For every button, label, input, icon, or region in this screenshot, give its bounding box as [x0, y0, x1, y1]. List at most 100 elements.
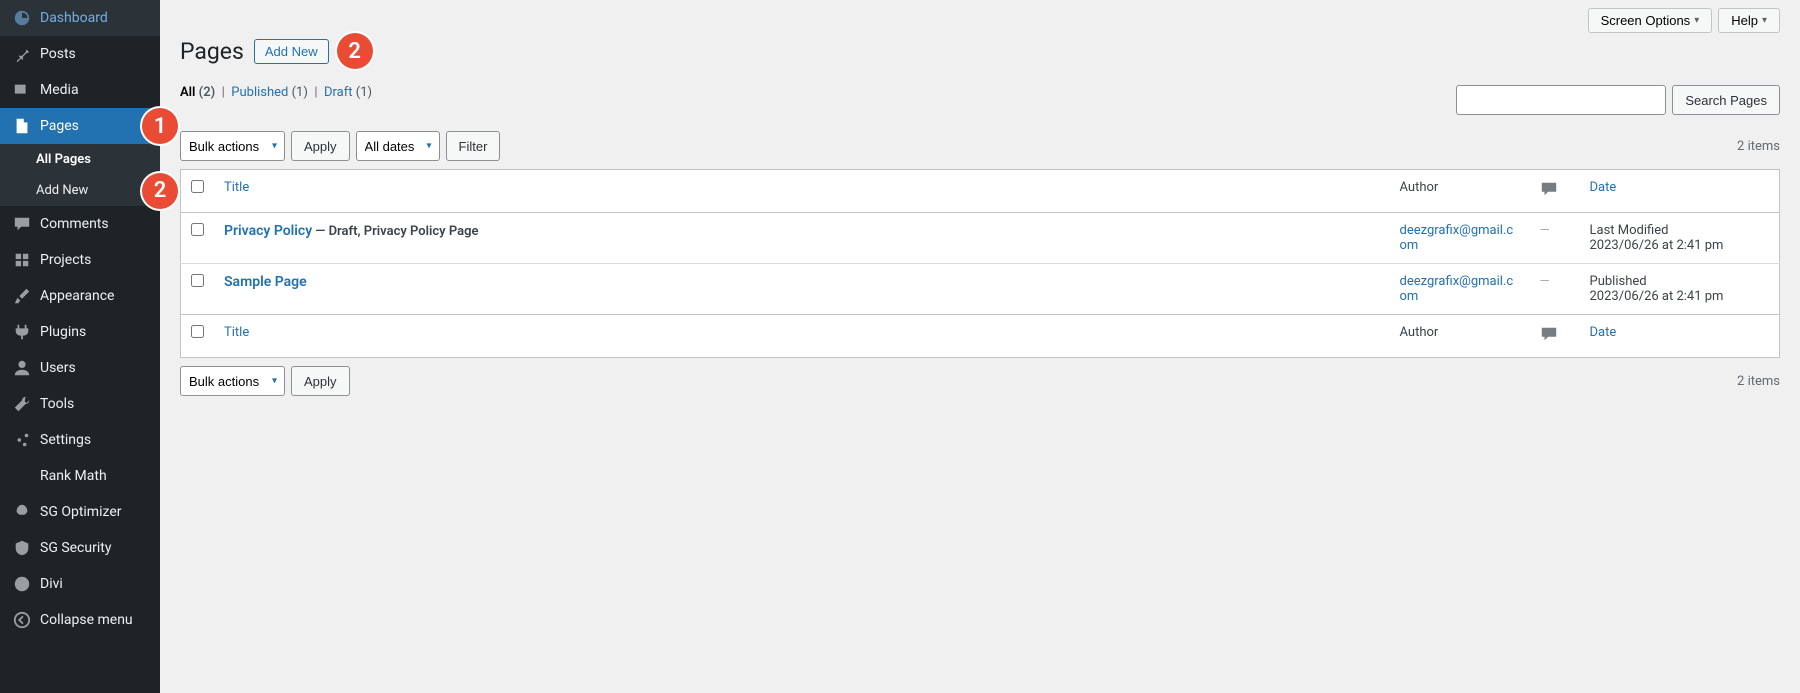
page-title: Pages — [180, 38, 244, 65]
annotation-badge-2: 2 — [142, 173, 178, 209]
sidebar-item-tools[interactable]: Tools — [0, 386, 160, 422]
add-new-button[interactable]: Add New — [254, 39, 329, 64]
sidebar-item-settings[interactable]: Settings — [0, 422, 160, 458]
top-bar: Screen Options Help — [180, 0, 1780, 33]
heading-row: Pages Add New 2 — [180, 33, 1780, 69]
sidebar-label: Appearance — [40, 288, 114, 304]
comments-cell: — — [1530, 213, 1580, 264]
col-date[interactable]: Date — [1590, 180, 1617, 195]
pin-icon — [12, 44, 32, 64]
filter-button[interactable]: Filter — [446, 131, 501, 161]
row-checkbox[interactable] — [191, 223, 204, 236]
projects-icon — [12, 250, 32, 270]
search-button[interactable]: Search Pages — [1672, 85, 1780, 115]
shield-icon — [12, 538, 32, 558]
bulk-actions-select[interactable]: Bulk actions — [180, 131, 285, 161]
sidebar-label: Divi — [40, 576, 63, 592]
sidebar-item-divi[interactable]: Divi — [0, 566, 160, 602]
sidebar-label: All Pages — [36, 152, 91, 167]
screen-options-button[interactable]: Screen Options — [1588, 8, 1713, 33]
col-comments-bottom[interactable] — [1530, 315, 1580, 358]
sidebar-label: Dashboard — [40, 10, 108, 26]
media-icon — [12, 80, 32, 100]
sidebar-item-dashboard[interactable]: Dashboard — [0, 0, 160, 36]
col-comments[interactable] — [1530, 170, 1580, 213]
sidebar-item-pages[interactable]: Pages 1 — [0, 108, 160, 144]
sidebar-label: Rank Math — [40, 468, 107, 484]
sidebar-label: Projects — [40, 252, 91, 268]
sidebar-label: Pages — [40, 118, 79, 134]
sidebar-item-comments[interactable]: Comments — [0, 206, 160, 242]
main-content: Screen Options Help Pages Add New 2 All … — [160, 0, 1800, 693]
pages-submenu: All Pages Add New 2 — [0, 144, 160, 206]
sidebar-label: Settings — [40, 432, 91, 448]
table-row: Sample Page deezgrafix@gmail.com — Publi… — [181, 264, 1780, 315]
col-title[interactable]: Title — [224, 180, 249, 195]
annotation-badge-3: 2 — [337, 33, 373, 69]
brush-icon — [12, 286, 32, 306]
sidebar-item-sg-security[interactable]: SG Security — [0, 530, 160, 566]
page-icon — [12, 116, 32, 136]
filter-draft[interactable]: Draft (1) — [324, 85, 372, 100]
apply-button[interactable]: Apply — [291, 131, 350, 161]
sidebar-label: Media — [40, 82, 79, 98]
plug-icon — [12, 322, 32, 342]
row-title-link[interactable]: Sample Page — [224, 274, 307, 290]
sliders-icon — [12, 430, 32, 450]
chart-icon — [12, 466, 32, 486]
status-filters: All (2) | Published (1) | Draft (1) — [180, 85, 372, 100]
date-cell: Last Modified2023/06/26 at 2:41 pm — [1580, 213, 1780, 264]
rocket-icon — [12, 502, 32, 522]
collapse-icon — [12, 610, 32, 630]
filter-all[interactable]: All (2) — [180, 85, 215, 100]
sidebar-label: Plugins — [40, 324, 86, 340]
sidebar-item-plugins[interactable]: Plugins — [0, 314, 160, 350]
sidebar-item-users[interactable]: Users — [0, 350, 160, 386]
select-all-checkbox-bottom[interactable] — [191, 325, 204, 338]
comments-cell: — — [1530, 264, 1580, 315]
sidebar-label: SG Security — [40, 540, 111, 556]
tablenav-bottom: Bulk actions Apply 2 items — [180, 366, 1780, 396]
sidebar-item-media[interactable]: Media — [0, 72, 160, 108]
tablenav-top: Bulk actions Apply All dates Filter 2 it… — [180, 131, 1780, 161]
col-title-bottom[interactable]: Title — [224, 325, 249, 340]
help-button[interactable]: Help — [1718, 8, 1780, 33]
pages-table: Title Author Date Privacy Policy — Draft… — [180, 169, 1780, 358]
post-state: — Draft, Privacy Policy Page — [312, 224, 478, 239]
sidebar-label: Collapse menu — [40, 612, 133, 628]
table-row: Privacy Policy — Draft, Privacy Policy P… — [181, 213, 1780, 264]
search-box: Search Pages — [1456, 85, 1780, 115]
sidebar-label: Users — [40, 360, 76, 376]
sidebar-item-projects[interactable]: Projects — [0, 242, 160, 278]
sidebar-label: Comments — [40, 216, 109, 232]
col-author-bottom: Author — [1390, 315, 1530, 358]
sidebar-item-posts[interactable]: Posts — [0, 36, 160, 72]
author-link[interactable]: deezgrafix@gmail.com — [1400, 223, 1514, 253]
wrench-icon — [12, 394, 32, 414]
divi-icon — [12, 574, 32, 594]
filter-published[interactable]: Published (1) — [231, 85, 308, 100]
admin-sidebar: Dashboard Posts Media Pages 1 All Pages … — [0, 0, 160, 693]
date-cell: Published2023/06/26 at 2:41 pm — [1580, 264, 1780, 315]
sidebar-item-collapse[interactable]: Collapse menu — [0, 602, 160, 638]
dates-select[interactable]: All dates — [356, 131, 440, 161]
user-icon — [12, 358, 32, 378]
col-date-bottom[interactable]: Date — [1590, 325, 1617, 340]
row-title-link[interactable]: Privacy Policy — [224, 223, 312, 239]
select-all-checkbox[interactable] — [191, 180, 204, 193]
annotation-badge-1: 1 — [142, 108, 178, 144]
sidebar-item-all-pages[interactable]: All Pages — [0, 144, 160, 175]
apply-button-bottom[interactable]: Apply — [291, 366, 350, 396]
comment-icon — [12, 214, 32, 234]
author-link[interactable]: deezgrafix@gmail.com — [1400, 274, 1514, 304]
row-checkbox[interactable] — [191, 274, 204, 287]
sidebar-item-sg-optimizer[interactable]: SG Optimizer — [0, 494, 160, 530]
search-input[interactable] — [1456, 85, 1666, 115]
sidebar-label: Add New — [36, 183, 88, 198]
sidebar-item-appearance[interactable]: Appearance — [0, 278, 160, 314]
bulk-actions-select-bottom[interactable]: Bulk actions — [180, 366, 285, 396]
sidebar-item-add-new[interactable]: Add New 2 — [0, 175, 160, 206]
col-author: Author — [1390, 170, 1530, 213]
sidebar-item-rank-math[interactable]: Rank Math — [0, 458, 160, 494]
sidebar-label: SG Optimizer — [40, 504, 121, 520]
